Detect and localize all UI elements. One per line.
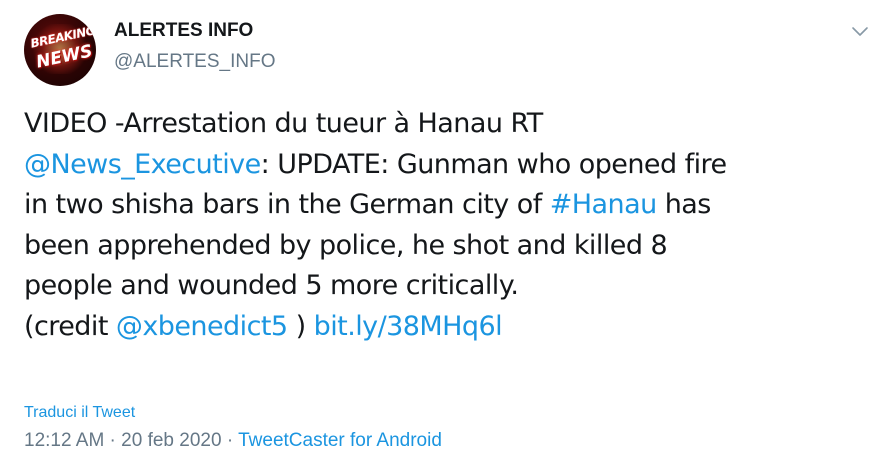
display-name[interactable]: ALERTES INFO <box>114 20 253 42</box>
tweet-line-2: @News_Executive: UPDATE: Gunman who open… <box>24 145 864 186</box>
tweet-metadata: 12:12 AM · 20 feb 2020 · TweetCaster for… <box>24 430 442 452</box>
translate-tweet-link[interactable]: Traduci il Tweet <box>24 404 135 422</box>
tweet-line-5: people and wounded 5 more critically. <box>24 266 864 307</box>
tweet-text-segment: in two shisha bars in the German city of <box>24 189 550 220</box>
tweet-line-3: in two shisha bars in the German city of… <box>24 185 864 226</box>
tweet-text-segment: (credit <box>24 310 116 342</box>
tweet-text-segment: : UPDATE: Gunman who opened fire <box>260 148 727 180</box>
chevron-down-icon[interactable] <box>849 20 871 42</box>
url-link[interactable]: bit.ly/38MHq6l <box>314 311 503 342</box>
tweet-text-segment: has <box>656 189 712 220</box>
meta-separator: · <box>221 430 239 451</box>
user-handle[interactable]: @ALERTES_INFO <box>114 51 275 73</box>
tweet-line-1: VIDEO -Arrestation du tueur à Hanau RT <box>24 104 864 145</box>
tweet-text-segment: VIDEO -Arrestation du tueur à Hanau RT <box>24 108 543 139</box>
tweet-source-link[interactable]: TweetCaster for Android <box>238 430 442 451</box>
tweet-date[interactable]: 20 feb 2020 <box>121 430 221 451</box>
tweet-text: VIDEO -Arrestation du tueur à Hanau RT @… <box>24 104 864 347</box>
tweet-line-4: been apprehended by police, he shot and … <box>24 226 864 267</box>
tweet-time[interactable]: 12:12 AM <box>24 430 104 451</box>
tweet-text-segment: been apprehended by police, he shot and … <box>24 229 668 261</box>
mention-link[interactable]: @xbenedict5 <box>116 311 288 342</box>
tweet-text-segment: people and wounded 5 more critically. <box>24 270 519 301</box>
avatar[interactable]: BREAKING NEWS <box>24 14 96 86</box>
tweet-text-segment: ) <box>287 310 314 342</box>
mention-link[interactable]: @News_Executive <box>24 149 261 180</box>
meta-separator: · <box>104 430 122 451</box>
tweet-card: BREAKING NEWS ALERTES INFO @ALERTES_INFO… <box>0 0 890 476</box>
hashtag-link[interactable]: #Hanau <box>550 189 658 220</box>
tweet-line-6: (credit @xbenedict5 ) bit.ly/38MHq6l <box>24 307 864 348</box>
